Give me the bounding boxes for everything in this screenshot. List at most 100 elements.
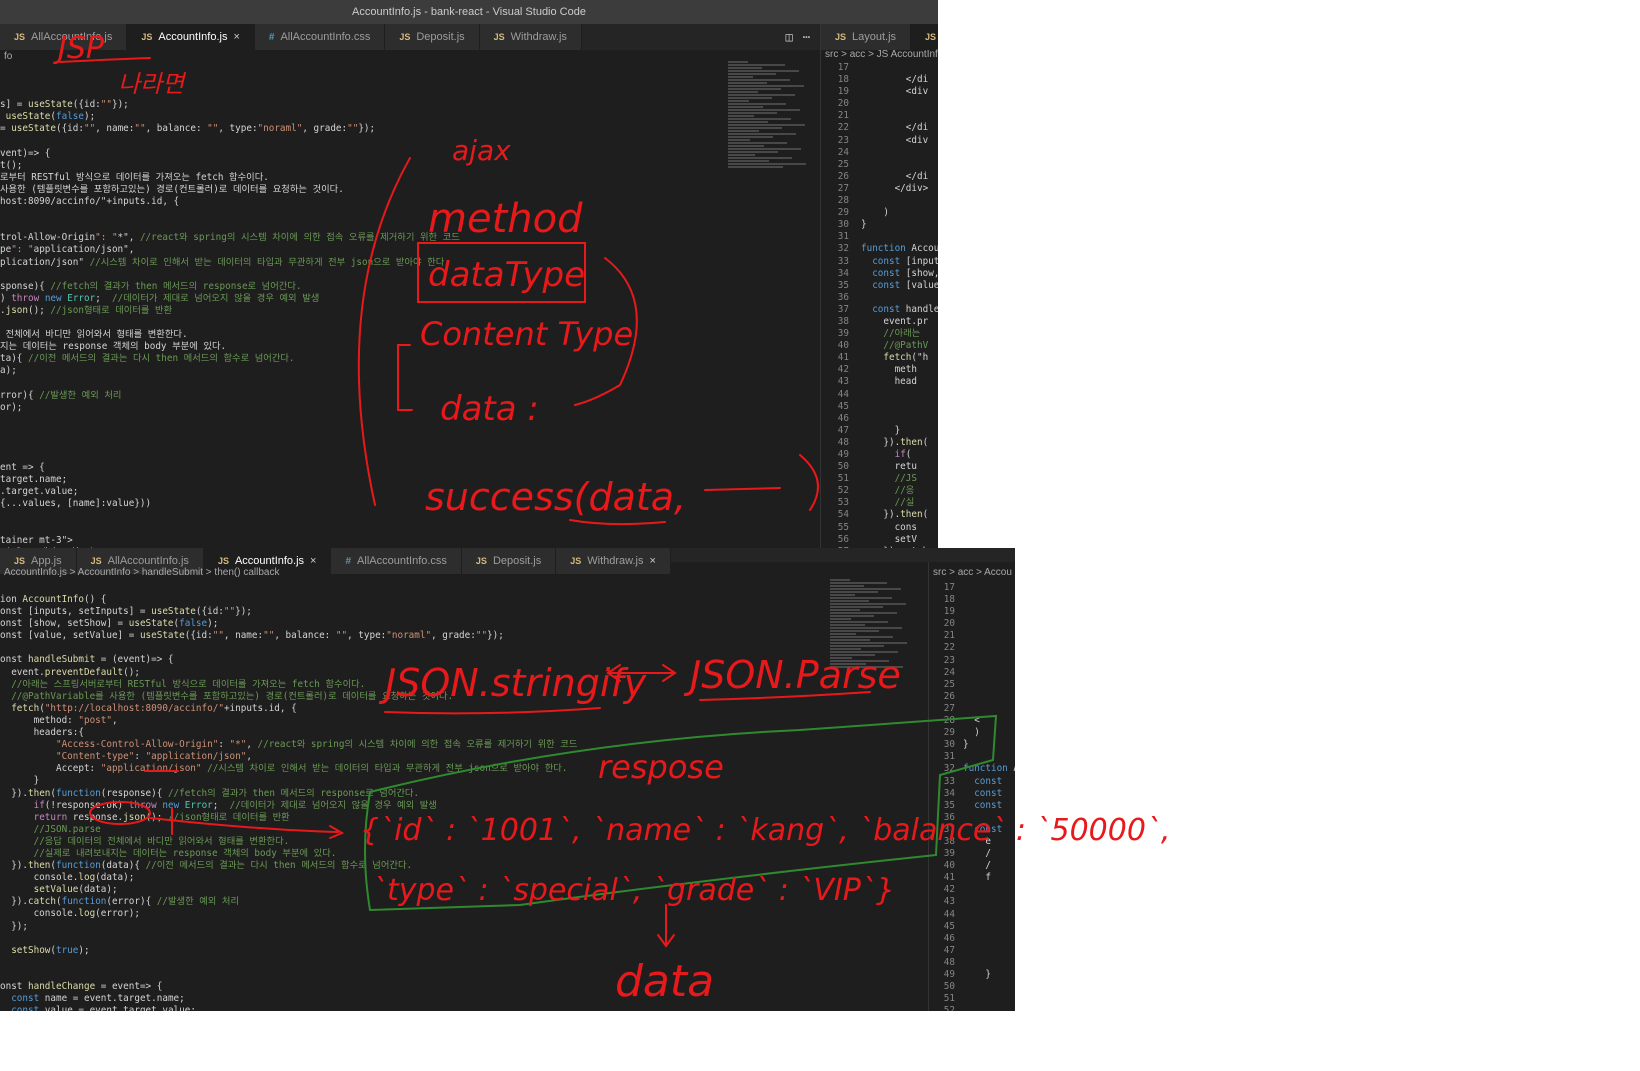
- code-line[interactable]: f: [963, 872, 1015, 884]
- code-line[interactable]: </di: [861, 122, 938, 134]
- code-line[interactable]: console.log(data);: [0, 872, 820, 884]
- code-line[interactable]: {...values, [name]:value})): [0, 498, 720, 510]
- code-line[interactable]: 지는 데이터는 response 객체의 body 부분에 있다.: [0, 341, 720, 353]
- bottom-code-area[interactable]: ion AccountInfo() {onst [inputs, setInpu…: [0, 594, 820, 1011]
- code-line[interactable]: [0, 426, 720, 438]
- code-line[interactable]: event.preventDefault();: [0, 667, 820, 679]
- code-line[interactable]: const [input: [861, 256, 938, 268]
- code-line[interactable]: [861, 231, 938, 243]
- code-line[interactable]: 로부터 RESTful 방식으로 데이터를 가져오는 fetch 함수이다.: [0, 172, 720, 184]
- editor-tab[interactable]: # AllAccountInfo.css: [331, 548, 462, 574]
- code-line[interactable]: useState(false);: [0, 111, 720, 123]
- code-line[interactable]: [861, 401, 938, 413]
- code-line[interactable]: </div>: [861, 183, 938, 195]
- code-line[interactable]: event.pr: [861, 316, 938, 328]
- code-line[interactable]: /: [963, 860, 1015, 872]
- code-line[interactable]: }: [0, 775, 820, 787]
- code-line[interactable]: [963, 618, 1015, 630]
- code-line[interactable]: /: [963, 848, 1015, 860]
- code-line[interactable]: onst handleSubmit = (event)=> {: [0, 654, 820, 666]
- code-line[interactable]: [963, 884, 1015, 896]
- code-line[interactable]: [963, 751, 1015, 763]
- code-line[interactable]: rror){ //발생한 예외 처리: [0, 390, 720, 402]
- code-line[interactable]: onst [show, setShow] = useState(false);: [0, 618, 820, 630]
- top-code-area[interactable]: s] = useState({id:""}); useState(false);…: [0, 63, 720, 553]
- code-line[interactable]: <div: [861, 86, 938, 98]
- code-line[interactable]: }).then(function(response){ //fetch의 결과가…: [0, 788, 820, 800]
- code-line[interactable]: ): [963, 727, 1015, 739]
- code-line[interactable]: [0, 933, 820, 945]
- code-line[interactable]: [861, 147, 938, 159]
- code-line[interactable]: [861, 292, 938, 304]
- code-line[interactable]: setValue(data);: [0, 884, 820, 896]
- code-line[interactable]: [0, 269, 720, 281]
- code-line[interactable]: </di: [861, 74, 938, 86]
- code-line[interactable]: [963, 582, 1015, 594]
- code-line[interactable]: onst handleChange = event=> {: [0, 981, 820, 993]
- code-line[interactable]: ion AccountInfo() {: [0, 594, 820, 606]
- code-line[interactable]: or);: [0, 402, 720, 414]
- breadcrumb-item[interactable]: AccountInfo.js > AccountInfo > handleSub…: [4, 567, 279, 578]
- code-line[interactable]: </di: [861, 171, 938, 183]
- code-line[interactable]: [0, 642, 820, 654]
- code-line[interactable]: onst [value, setValue] = useState({id:""…: [0, 630, 820, 642]
- code-line[interactable]: [0, 969, 820, 981]
- code-line[interactable]: });: [0, 921, 820, 933]
- code-line[interactable]: const [value: [861, 280, 938, 292]
- close-tab-icon[interactable]: ×: [650, 555, 656, 567]
- code-line[interactable]: target.name;: [0, 474, 720, 486]
- code-line[interactable]: //@PathV: [861, 340, 938, 352]
- code-line[interactable]: }).catch(function(error){ //발생한 예외 처리: [0, 896, 820, 908]
- code-line[interactable]: console.log(error);: [0, 908, 820, 920]
- code-line[interactable]: //응: [861, 485, 938, 497]
- code-line[interactable]: [963, 630, 1015, 642]
- code-line[interactable]: [0, 523, 720, 535]
- code-line[interactable]: [0, 63, 720, 75]
- code-line[interactable]: [963, 909, 1015, 921]
- code-line[interactable]: <: [963, 715, 1015, 727]
- code-line[interactable]: [0, 377, 720, 389]
- code-line[interactable]: [0, 450, 720, 462]
- code-line[interactable]: }).then(function(data){ //이전 메서드의 결과는 다시…: [0, 860, 820, 872]
- code-line[interactable]: ): [861, 207, 938, 219]
- editor-tab[interactable]: JS Withdraw.js ×: [556, 548, 671, 574]
- code-line[interactable]: [861, 62, 938, 74]
- code-line[interactable]: if(: [861, 449, 938, 461]
- editor-tab[interactable]: JS AllAccountInfo.js: [0, 24, 128, 50]
- code-line[interactable]: const: [963, 776, 1015, 788]
- code-line[interactable]: Accept: "application/json" //시스템 차이로 인해서…: [0, 763, 820, 775]
- code-line[interactable]: }: [963, 739, 1015, 751]
- editor-tab[interactable]: JS Deposit.js: [461, 548, 557, 574]
- code-line[interactable]: [0, 208, 720, 220]
- code-line[interactable]: sponse){ //fetch의 결과가 then 메서드의 response…: [0, 281, 720, 293]
- code-line[interactable]: head: [861, 376, 938, 388]
- code-line[interactable]: //실제로 내려보내지는 데이터는 response 객체의 body 부분에 …: [0, 848, 820, 860]
- editor-tab[interactable]: # AllAccountInfo.css: [254, 24, 386, 50]
- code-line[interactable]: plication/json" //시스템 차이로 인해서 받는 데이터의 타입…: [0, 257, 720, 269]
- code-line[interactable]: headers:{: [0, 727, 820, 739]
- code-line[interactable]: fetch("h: [861, 352, 938, 364]
- code-line[interactable]: [963, 812, 1015, 824]
- code-line[interactable]: //아래는: [861, 328, 938, 340]
- code-line[interactable]: [0, 136, 720, 148]
- code-line[interactable]: cons: [861, 522, 938, 534]
- breadcrumb-item[interactable]: fo: [4, 51, 12, 62]
- close-tab-icon[interactable]: ×: [233, 31, 239, 43]
- code-line[interactable]: 전체에서 바디만 읽어와서 형태를 변환한다.: [0, 329, 720, 341]
- code-line[interactable]: tainer mt-3">: [0, 535, 720, 547]
- code-line[interactable]: [963, 703, 1015, 715]
- code-line[interactable]: //아래는 스프링서버로부터 RESTful 방식으로 데이터를 가져오는 fe…: [0, 679, 820, 691]
- code-line[interactable]: retu: [861, 461, 938, 473]
- code-line[interactable]: const value = event.target.value;: [0, 1005, 820, 1011]
- code-line[interactable]: fetch("http://localhost:8090/accinfo/"+i…: [0, 703, 820, 715]
- code-line[interactable]: //JSON.parse: [0, 824, 820, 836]
- code-line[interactable]: [861, 195, 938, 207]
- code-line[interactable]: }: [861, 425, 938, 437]
- code-line[interactable]: .json(); //json형태로 데이터를 반환: [0, 305, 720, 317]
- code-line[interactable]: a);: [0, 365, 720, 377]
- code-line[interactable]: vent)=> {: [0, 148, 720, 160]
- code-line[interactable]: }).then(: [861, 509, 938, 521]
- code-line[interactable]: t();: [0, 160, 720, 172]
- code-line[interactable]: [0, 87, 720, 99]
- code-line[interactable]: [0, 220, 720, 232]
